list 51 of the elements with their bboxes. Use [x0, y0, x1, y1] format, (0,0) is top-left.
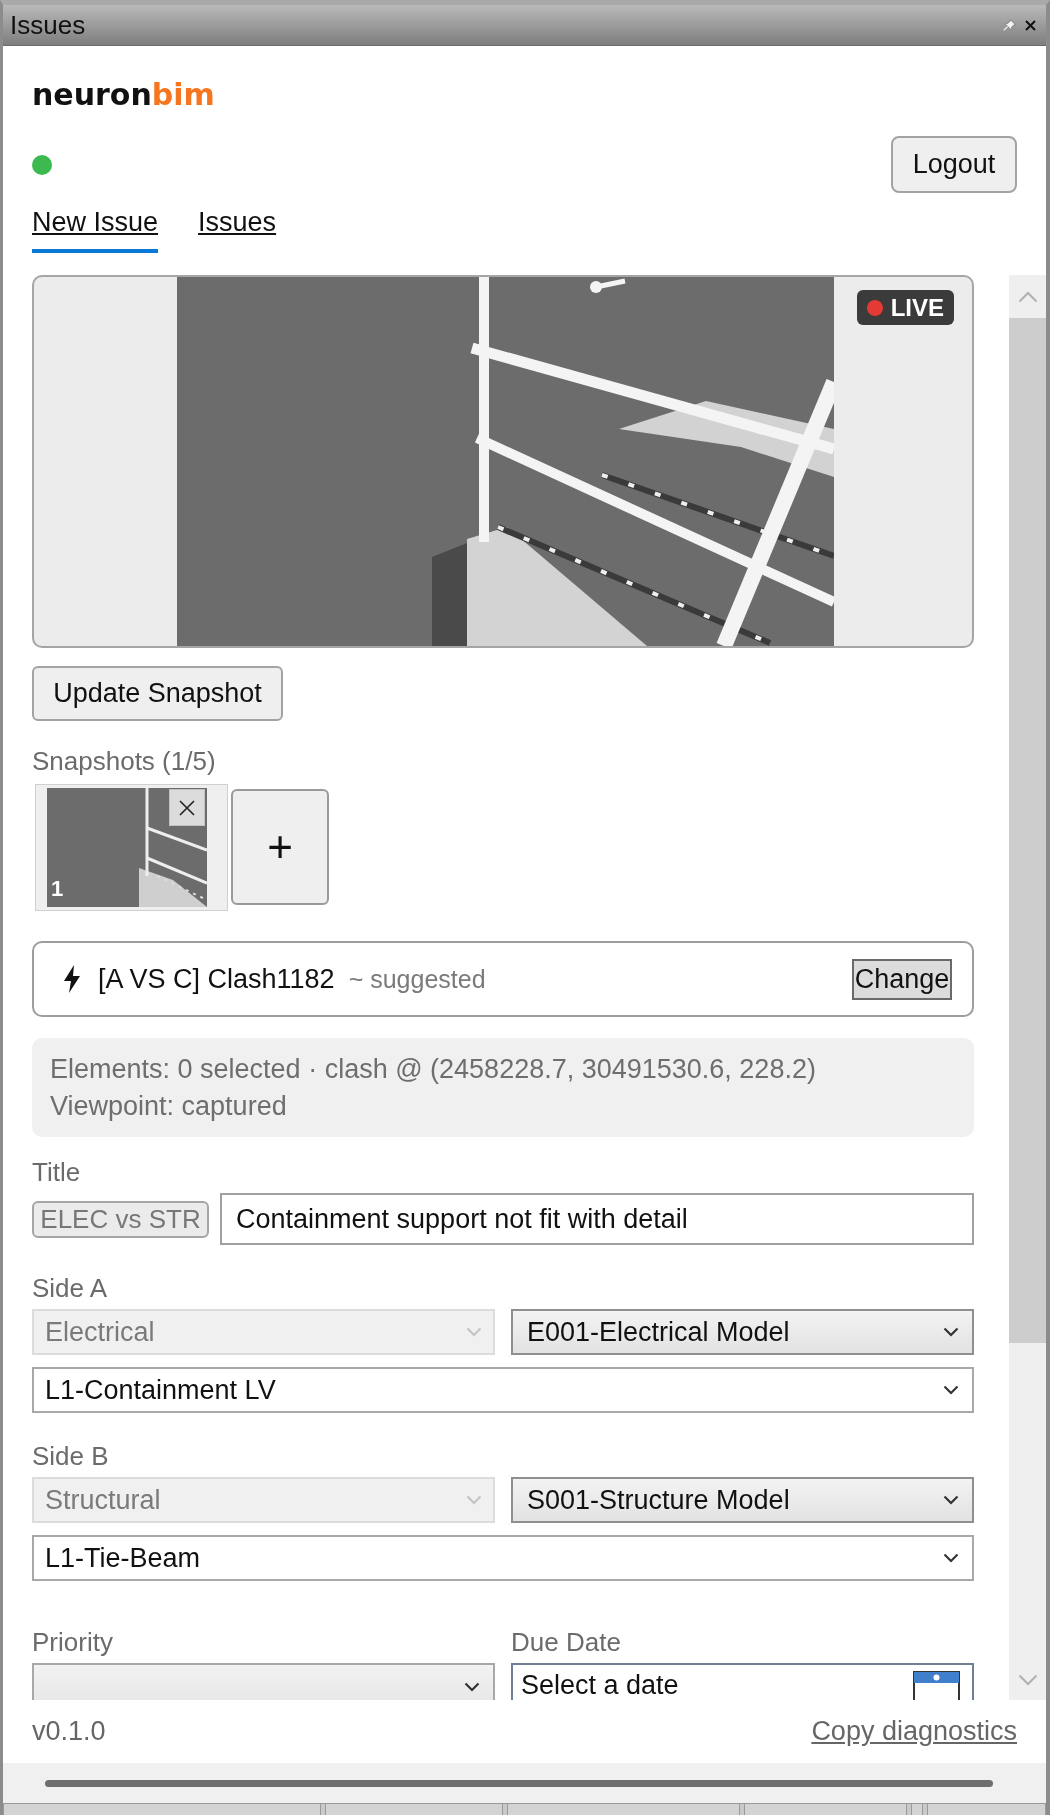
calendar-icon[interactable]: [913, 1671, 960, 1700]
live-label: LIVE: [890, 293, 944, 322]
lightning-icon: [63, 965, 81, 993]
field-label: Priority: [32, 1627, 114, 1657]
element-select[interactable]: L1-Containment LV: [32, 1367, 974, 1413]
field-label: Title: [32, 1157, 81, 1187]
suggestion-hint: ~ suggested: [348, 964, 486, 994]
model-select[interactable]: S001-Structure Model: [511, 1477, 974, 1523]
field-label: Side B: [32, 1441, 109, 1471]
window-title: Issues: [10, 9, 87, 41]
snapshot-tile[interactable]: 1: [35, 784, 228, 911]
element-select[interactable]: L1-Tie-Beam: [32, 1535, 974, 1581]
tab[interactable]: New Issue: [32, 205, 159, 253]
chevron-down-icon: [943, 1327, 959, 1337]
chevron-down-icon: [943, 1553, 959, 1563]
field-label: Side A: [32, 1273, 108, 1303]
model-select[interactable]: E001-Electrical Model: [511, 1309, 974, 1355]
vertical-scrollbar[interactable]: [1009, 275, 1046, 1700]
recording-dot-icon: [866, 299, 883, 316]
priority-select[interactable]: [32, 1663, 495, 1700]
close-icon[interactable]: [1025, 19, 1036, 31]
chevron-down-icon: [466, 1495, 482, 1505]
pin-icon[interactable]: [1003, 19, 1016, 31]
remove-snapshot-button[interactable]: [169, 789, 205, 826]
field-label: Due Date: [511, 1627, 622, 1657]
version-label: v0.1.0: [32, 1716, 106, 1747]
chevron-up-icon[interactable]: [1017, 290, 1038, 303]
selection-summary: Elements: 0 selected · clash @ (2458228.7, 30491530.6, 228.2): [50, 1052, 816, 1086]
clash-name: [A VS C] Clash1182: [98, 963, 335, 995]
viewpoint-status: Viewpoint: captured: [50, 1089, 287, 1123]
date-input[interactable]: Select a date: [511, 1663, 974, 1700]
snapshot-number: 1: [51, 878, 64, 900]
snapshots-label: Snapshots (1/5): [32, 746, 216, 776]
horizontal-scrollbar[interactable]: [3, 1763, 1046, 1803]
tab[interactable]: Issues: [198, 205, 277, 253]
update-snapshot-button[interactable]: Update Snapshot: [32, 666, 283, 721]
chevron-down-icon: [943, 1495, 959, 1505]
prefix-tag: ELEC vs STR: [32, 1200, 209, 1238]
chevron-down-icon: [464, 1682, 480, 1692]
chevron-down-icon[interactable]: [1017, 1674, 1038, 1686]
chevron-down-icon: [466, 1327, 482, 1337]
scrollbar-thumb[interactable]: [45, 1780, 993, 1787]
copy-diagnostics-link[interactable]: Copy diagnostics: [811, 1716, 1017, 1747]
chevron-down-icon: [943, 1385, 959, 1395]
change-button[interactable]: Change: [852, 958, 952, 1000]
add-snapshot-button[interactable]: +: [231, 789, 329, 905]
title-input[interactable]: Containment support not fit with detail: [220, 1193, 974, 1245]
logout-button[interactable]: Logout: [891, 136, 1017, 193]
logo: neuronbim: [32, 76, 215, 114]
close-icon: [179, 799, 195, 816]
scrollbar-thumb[interactable]: [1009, 318, 1046, 1343]
